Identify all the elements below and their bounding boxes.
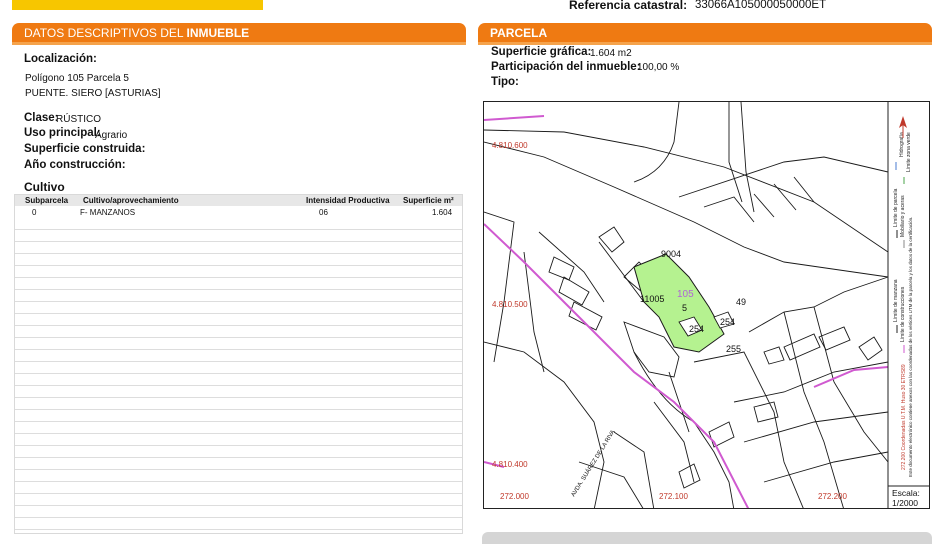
- label-49: 49: [736, 297, 746, 307]
- coord-y-3: 4.810.400: [492, 460, 528, 469]
- label-255: 255: [726, 344, 741, 354]
- clase-label: Clase:: [24, 112, 59, 124]
- col-superficie: Superficie m²: [403, 196, 454, 205]
- legend-doc-note: Este documento electrónico contiene anex…: [908, 217, 913, 477]
- section-title-bold: INMUEBLE: [186, 26, 250, 40]
- coord-x-1: 272.000: [500, 492, 529, 501]
- header-underline-right: [478, 42, 932, 45]
- sup-grafica-label: Superficie gráfica:: [491, 46, 592, 58]
- coord-x-3: 272.200: [818, 492, 847, 501]
- cultivo-table: Subparcela Cultivo/aprovechamiento Inten…: [14, 194, 463, 534]
- table-row: 0 F- MANZANOS 06 1.604: [15, 207, 462, 218]
- label-254a: 254: [689, 324, 704, 334]
- legend-zona-verde: Límite zona verde: [906, 132, 912, 172]
- cadastral-map[interactable]: 9004 11005 5 49 254 254 255 105 AVDA. SU…: [483, 101, 930, 509]
- label-11005: 11005: [640, 294, 664, 304]
- table-header: Subparcela Cultivo/aprovechamiento Inten…: [15, 195, 462, 206]
- ref-label: Referencia catastral:: [569, 0, 688, 12]
- cell-cultivo: F- MANZANOS: [80, 208, 136, 217]
- parcel-number-label: 105: [677, 289, 694, 300]
- map-svg: 9004 11005 5 49 254 254 255 105 AVDA. SU…: [484, 102, 929, 508]
- ref-value: 33066A105000050000ET: [695, 0, 827, 11]
- section-header-parcela: PARCELA: [478, 23, 932, 43]
- localizacion-line2: PUENTE. SIERO [ASTURIAS]: [25, 88, 161, 99]
- sup-grafica-value: 1.604 m2: [590, 48, 632, 59]
- legend-construcciones: Límite de construcciones: [900, 286, 906, 342]
- legend-hidrografia: Hidrografía: [899, 132, 905, 157]
- coord-y-2: 4.810.500: [492, 300, 528, 309]
- uso-label: Uso principal:: [24, 127, 101, 139]
- col-subparcela: Subparcela: [25, 196, 69, 205]
- legend-mobiliario: Mobiliario y aceras: [900, 195, 906, 237]
- cell-subparcela: 0: [32, 208, 37, 217]
- road-label: AVDA. SUÁREZ DE LA RIVA: [570, 429, 617, 498]
- brand-yellow-bar: [12, 0, 263, 10]
- clase-value: RÚSTICO: [56, 114, 101, 125]
- cell-superficie: 1.604: [432, 208, 453, 217]
- coord-y-1: 4.810.600: [492, 141, 528, 150]
- participacion-value: 100,00 %: [637, 62, 680, 73]
- col-intensidad: Intensidad Productiva: [306, 196, 390, 205]
- parcela-title: PARCELA: [490, 26, 548, 40]
- cultivo-title: Cultivo: [24, 180, 65, 194]
- localizacion-label: Localización:: [24, 53, 97, 65]
- coord-x-2: 272.100: [659, 492, 688, 501]
- anio-label: Año construcción:: [24, 159, 126, 171]
- legend-coords-note: 272.200 Coordenadas U.T.M. Huso 30 ETRS8…: [901, 364, 907, 470]
- section-header-descriptive: DATOS DESCRIPTIVOS DEL INMUEBLE: [12, 23, 466, 43]
- cadastral-reference: Referencia catastral: 33066A105000050000…: [569, 0, 826, 12]
- localizacion-line1: Polígono 105 Parcela 5: [25, 73, 129, 84]
- header-underline: [12, 42, 466, 45]
- label-5: 5: [682, 303, 687, 313]
- scale-value: 1/2000: [892, 498, 918, 508]
- label-9004: 9004: [661, 249, 681, 259]
- tipo-label: Tipo:: [491, 76, 519, 88]
- superficie-label: Superficie construida:: [24, 143, 146, 155]
- section-title-normal: DATOS DESCRIPTIVOS DEL: [24, 26, 187, 40]
- col-cultivo: Cultivo/aprovechamiento: [83, 196, 179, 205]
- uso-value: Agrario: [95, 130, 128, 141]
- participacion-label: Participación del inmueble:: [491, 61, 641, 73]
- scale-label: Escala:: [892, 488, 920, 498]
- bottom-grey-bar: [482, 532, 932, 544]
- label-254b: 254: [720, 317, 735, 327]
- legend-manzana: Límite de manzana: [893, 279, 899, 322]
- legend-parcela: Límite de parcela: [893, 188, 899, 227]
- cell-intensidad: 06: [319, 208, 328, 217]
